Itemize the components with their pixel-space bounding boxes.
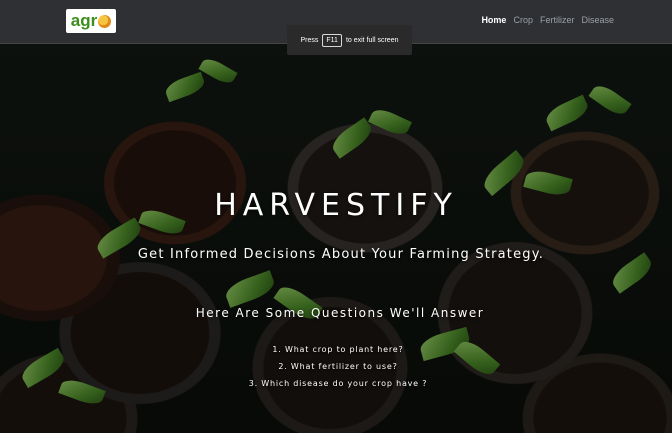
brand-logo[interactable]: agr <box>66 9 116 33</box>
fullscreen-notice-prefix: Press <box>300 36 319 44</box>
fullscreen-notice: Press F11 to exit full screen <box>287 25 412 55</box>
brand-text: agr <box>70 11 98 30</box>
nav-link-fertilizer[interactable]: Fertilizer <box>540 15 575 25</box>
hero-overlay <box>0 43 672 433</box>
nav-links: Home Crop Fertilizer Disease <box>481 15 614 25</box>
nav-link-home[interactable]: Home <box>481 15 506 25</box>
nav-link-disease[interactable]: Disease <box>581 15 614 25</box>
f11-key: F11 <box>322 33 342 47</box>
fullscreen-notice-suffix: to exit full screen <box>345 36 399 44</box>
nav-link-crop[interactable]: Crop <box>513 15 533 25</box>
orange-sun-o-icon <box>98 14 112 28</box>
